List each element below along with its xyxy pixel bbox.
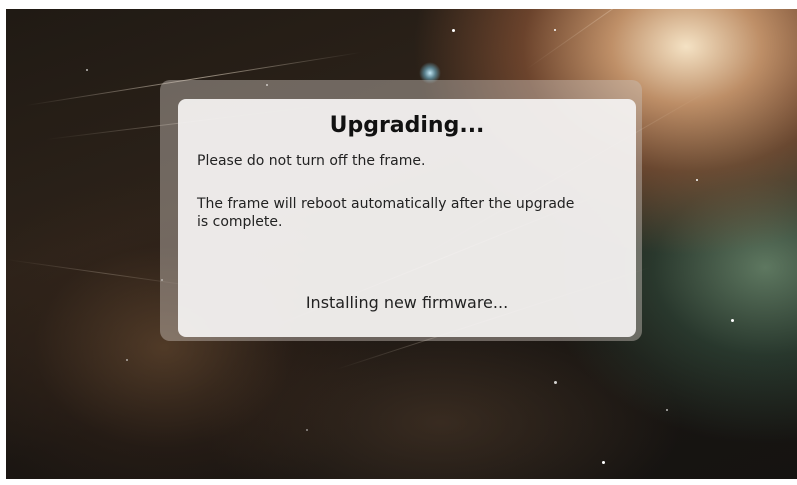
- star: [306, 429, 308, 431]
- star: [554, 29, 556, 31]
- upgrade-dialog: Upgrading... Please do not turn off the …: [178, 99, 636, 337]
- star: [696, 179, 698, 181]
- star: [554, 381, 557, 384]
- reboot-info-text: The frame will reboot automatically afte…: [197, 196, 575, 230]
- star: [86, 69, 88, 71]
- dialog-title: Upgrading...: [329, 113, 485, 138]
- star: [452, 29, 455, 32]
- star: [731, 319, 734, 322]
- install-status-text: Installing new firmware...: [305, 293, 509, 312]
- light-streak: [525, 9, 740, 70]
- star: [666, 409, 668, 411]
- star: [126, 359, 128, 361]
- star: [602, 461, 605, 464]
- power-warning-text: Please do not turn off the frame.: [197, 153, 426, 169]
